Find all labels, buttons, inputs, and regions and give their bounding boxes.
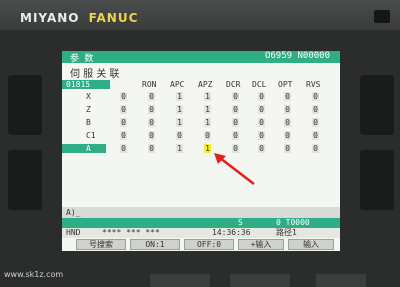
red-arrow-annotation bbox=[214, 153, 255, 185]
machine-key-3[interactable] bbox=[316, 274, 366, 287]
softkey-off-0[interactable]: OFF:0 bbox=[184, 239, 234, 250]
watermark-text: www.sk1z.com bbox=[4, 270, 64, 279]
bit-cell-z-5[interactable]: 0 bbox=[258, 105, 265, 114]
axis-label-c1: C1 bbox=[86, 131, 96, 140]
bit-cell-x-4[interactable]: 0 bbox=[232, 92, 239, 101]
axis-label-z: Z bbox=[86, 105, 91, 114]
screen-title: 参 数 bbox=[70, 54, 94, 64]
axis-label-a: A bbox=[62, 144, 106, 153]
screen-title-bar: 参 数 O6959 N00000 bbox=[62, 51, 340, 64]
bit-cell-x-1[interactable]: 0 bbox=[148, 92, 155, 101]
bit-cell-c1-3[interactable]: 0 bbox=[204, 131, 211, 140]
bit-cell-x-5[interactable]: 0 bbox=[258, 92, 265, 101]
column-header-opt: OPT bbox=[278, 80, 293, 89]
bezel-port bbox=[374, 10, 390, 23]
bit-cell-x-7[interactable]: 0 bbox=[312, 92, 319, 101]
bit-cell-b-6[interactable]: 0 bbox=[284, 118, 291, 127]
cnc-screen: 参 数 O6959 N00000 伺 服 关 联 01815 RON APC APZ… bbox=[62, 51, 340, 251]
axis-label-x: X bbox=[86, 92, 91, 101]
clock-time: 14:36:36 bbox=[212, 228, 251, 237]
bit-cell-b-2[interactable]: 1 bbox=[176, 118, 183, 127]
column-header-dcr: DCR bbox=[226, 80, 241, 89]
bit-cell-x-3[interactable]: 1 bbox=[204, 92, 211, 101]
bit-cell-z-7[interactable]: 0 bbox=[312, 105, 319, 114]
brand-control: FANUC bbox=[88, 11, 139, 25]
bit-cell-c1-2[interactable]: 0 bbox=[176, 131, 183, 140]
bit-cell-b-5[interactable]: 0 bbox=[258, 118, 265, 127]
path-indicator: 路径1 bbox=[276, 228, 297, 237]
bit-cell-x-6[interactable]: 0 bbox=[284, 92, 291, 101]
left-panel-recess-lower bbox=[8, 150, 42, 210]
bit-cell-c1-5[interactable]: 0 bbox=[258, 131, 265, 140]
bit-cell-c1-7[interactable]: 0 bbox=[312, 131, 319, 140]
machine-key-1[interactable] bbox=[150, 274, 210, 287]
right-panel-recess-lower bbox=[360, 150, 394, 210]
bit-cell-b-3[interactable]: 1 bbox=[204, 118, 211, 127]
bit-cell-a-6[interactable]: 0 bbox=[284, 144, 291, 153]
bit-cell-a-2[interactable]: 1 bbox=[176, 144, 183, 153]
status-stars: **** *** *** bbox=[102, 228, 160, 237]
bit-cell-c1-1[interactable]: 0 bbox=[148, 131, 155, 140]
column-header-apz: APZ bbox=[198, 80, 213, 89]
parameter-number[interactable]: 01815 bbox=[62, 80, 110, 89]
column-header-rvs: RVS bbox=[306, 80, 321, 89]
softkey-plus-input[interactable]: +输入 bbox=[238, 239, 284, 250]
bit-cell-b-4[interactable]: 0 bbox=[232, 118, 239, 127]
column-header-dcl: DCL bbox=[252, 80, 267, 89]
bit-cell-c1-6[interactable]: 0 bbox=[284, 131, 291, 140]
softkey-on-1[interactable]: ON:1 bbox=[130, 239, 180, 250]
bit-cell-b-0[interactable]: 0 bbox=[120, 118, 127, 127]
softkey-row: 号搜索 ON:1 OFF:0 +输入 输入 bbox=[62, 239, 340, 251]
bit-cell-z-0[interactable]: 0 bbox=[120, 105, 127, 114]
bit-cell-c1-0[interactable]: 0 bbox=[120, 131, 127, 140]
softkey-input[interactable]: 输入 bbox=[288, 239, 334, 250]
bit-cell-b-7[interactable]: 0 bbox=[312, 118, 319, 127]
bit-cell-z-2[interactable]: 1 bbox=[176, 105, 183, 114]
softkey-number-search[interactable]: 号搜索 bbox=[76, 239, 126, 250]
bit-cell-a-1[interactable]: 0 bbox=[148, 144, 155, 153]
bit-cell-x-2[interactable]: 1 bbox=[176, 92, 183, 101]
machine-key-2[interactable] bbox=[230, 274, 290, 287]
page-subtitle: 伺 服 关 联 bbox=[70, 69, 120, 80]
arrow-shaft bbox=[219, 157, 255, 185]
column-header-ron: RON bbox=[142, 80, 157, 89]
status-bar: HND **** *** *** 14:36:36 路径1 bbox=[62, 228, 340, 238]
column-header-apc: APC bbox=[170, 80, 185, 89]
spindle-label: S bbox=[238, 218, 243, 227]
spindle-bar: S 0 T0000 bbox=[62, 218, 340, 228]
right-panel-recess bbox=[360, 75, 394, 135]
bit-cell-a-7[interactable]: 0 bbox=[312, 144, 319, 153]
bit-cell-c1-4[interactable]: 0 bbox=[232, 131, 239, 140]
bit-cell-x-0[interactable]: 0 bbox=[120, 92, 127, 101]
program-number: O6959 N00000 bbox=[264, 51, 330, 61]
left-panel-recess bbox=[8, 75, 42, 135]
input-line[interactable]: A)_ bbox=[62, 207, 340, 218]
brand-logo: MIYANO FANUC bbox=[20, 11, 138, 25]
mode-indicator: HND bbox=[66, 228, 81, 237]
bit-cell-z-3[interactable]: 1 bbox=[204, 105, 211, 114]
spindle-value: 0 T0000 bbox=[276, 218, 310, 227]
bit-cell-z-1[interactable]: 0 bbox=[148, 105, 155, 114]
brand-maker: MIYANO bbox=[20, 11, 80, 25]
bit-cell-a-0[interactable]: 0 bbox=[120, 144, 127, 153]
bit-cell-b-1[interactable]: 0 bbox=[148, 118, 155, 127]
axis-label-b: B bbox=[86, 118, 91, 127]
bit-cell-z-4[interactable]: 0 bbox=[232, 105, 239, 114]
bit-cell-z-6[interactable]: 0 bbox=[284, 105, 291, 114]
